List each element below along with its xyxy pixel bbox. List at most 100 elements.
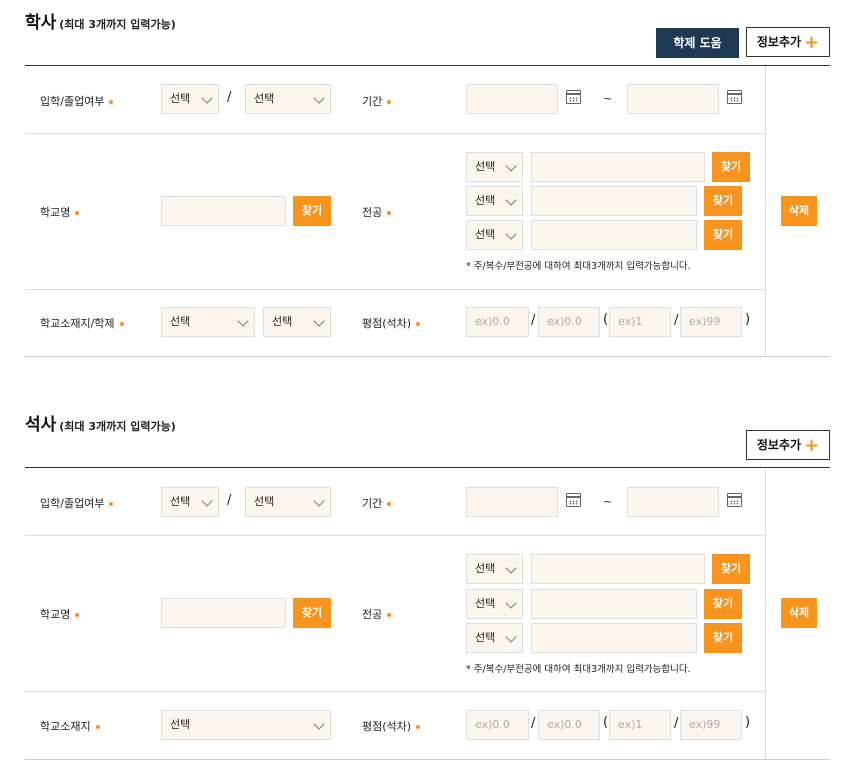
section-title: 석사 (최대 3개까지 입력가능): [25, 410, 176, 435]
required-dot: [387, 100, 392, 104]
major-label-text: 전공: [362, 206, 383, 219]
major-find-button-3[interactable]: 찾기: [704, 623, 742, 653]
school-find-button[interactable]: 찾기: [293, 196, 331, 226]
delete-column-divider: [765, 66, 766, 356]
major-type-value-2: 선택: [475, 194, 496, 207]
paren-open: (: [603, 312, 609, 327]
major-input-2[interactable]: [531, 589, 697, 619]
school-label-text: 학교명: [40, 608, 71, 621]
major-input-3[interactable]: [531, 623, 697, 653]
major-input-2[interactable]: [531, 186, 697, 216]
add-info-button[interactable]: 정보추가 +: [746, 27, 830, 57]
major-input-3[interactable]: [531, 220, 697, 250]
degree-help-button[interactable]: 학제 도움말: [656, 28, 739, 80]
rank-total-input[interactable]: ex)99: [680, 307, 742, 337]
master-section: 석사 (최대 3개까지 입력가능) 정보추가 + 입학/졸업여부 선택 / 선택 기…: [0, 402, 856, 772]
gpa-label: 평점(석차): [362, 315, 421, 331]
period-start-input[interactable]: [466, 487, 558, 517]
chevron-down-icon: [313, 92, 325, 104]
slash-separator: /: [531, 716, 536, 731]
calendar-icon[interactable]: [566, 90, 581, 104]
plus-icon: +: [804, 435, 820, 456]
major-type-select-1[interactable]: 선택: [466, 554, 523, 584]
gpa-label-text: 평점(석차): [362, 720, 412, 733]
gpa-input[interactable]: ex)0.0: [466, 307, 529, 337]
gpa-input[interactable]: ex)0.0: [466, 710, 529, 740]
required-dot: [119, 322, 124, 326]
delete-column-divider: [765, 468, 766, 758]
school-find-button[interactable]: 찾기: [293, 598, 331, 628]
degree-system-select[interactable]: 선택: [263, 307, 331, 337]
period-start-input[interactable]: [466, 84, 558, 114]
major-type-select-2[interactable]: 선택: [466, 186, 523, 216]
major-type-select-3[interactable]: 선택: [466, 623, 523, 653]
required-dot: [416, 322, 421, 326]
location-select[interactable]: 선택: [161, 307, 255, 337]
period-end-input[interactable]: [627, 84, 719, 114]
required-dot: [387, 211, 392, 215]
major-type-select-3[interactable]: 선택: [466, 220, 523, 250]
major-type-select-2[interactable]: 선택: [466, 589, 523, 619]
bottom-divider: [25, 759, 830, 760]
required-dot: [416, 725, 421, 729]
major-find-button-1[interactable]: 찾기: [712, 554, 750, 584]
chevron-down-icon: [237, 315, 249, 327]
major-type-select-1[interactable]: 선택: [466, 152, 523, 182]
required-dot: [75, 211, 80, 215]
chevron-down-icon: [201, 92, 213, 104]
admission-select[interactable]: 선택: [161, 487, 219, 517]
gpa-max-input[interactable]: ex)0.0: [538, 710, 600, 740]
chevron-down-icon: [505, 562, 517, 574]
major-type-value-3: 선택: [475, 228, 496, 241]
gpa-label-text: 평점(석차): [362, 317, 412, 330]
paren-close: ): [745, 312, 751, 327]
chevron-down-icon: [505, 597, 517, 609]
graduation-select[interactable]: 선택: [245, 487, 331, 517]
rank-input[interactable]: ex)1: [609, 307, 671, 337]
graduation-select-value: 선택: [254, 495, 275, 508]
add-info-button[interactable]: 정보추가 +: [746, 430, 830, 460]
major-find-button-2[interactable]: 찾기: [704, 186, 742, 216]
admission-label-text: 입학/졸업여부: [40, 95, 105, 108]
major-find-button-2[interactable]: 찾기: [704, 589, 742, 619]
location-label-text: 학교소재지: [40, 720, 91, 733]
required-dot: [95, 725, 100, 729]
major-find-button-1[interactable]: 찾기: [712, 152, 750, 182]
admission-select-value: 선택: [170, 495, 191, 508]
admission-label-text: 입학/졸업여부: [40, 497, 105, 510]
school-input[interactable]: [161, 598, 286, 628]
gpa-max-input[interactable]: ex)0.0: [538, 307, 600, 337]
top-divider: [25, 65, 830, 66]
major-find-button-3[interactable]: 찾기: [704, 220, 742, 250]
rank-input[interactable]: ex)1: [609, 710, 671, 740]
major-type-value-3: 선택: [475, 631, 496, 644]
chevron-down-icon: [313, 718, 325, 730]
period-label-text: 기간: [362, 497, 383, 510]
major-input-1[interactable]: [531, 152, 705, 182]
period-label-text: 기간: [362, 95, 383, 108]
tilde-separator: ~: [603, 495, 613, 508]
major-input-1[interactable]: [531, 554, 705, 584]
location-label-text: 학교소재지/학제: [40, 317, 115, 330]
rank-total-input[interactable]: ex)99: [680, 710, 742, 740]
delete-button[interactable]: 삭제: [781, 196, 817, 226]
graduation-select[interactable]: 선택: [245, 84, 331, 114]
school-label-text: 학교명: [40, 206, 71, 219]
delete-button[interactable]: 삭제: [781, 598, 817, 628]
location-select[interactable]: 선택: [161, 710, 331, 740]
section-title-text: 학사: [25, 13, 57, 33]
slash-separator: /: [531, 313, 536, 328]
major-label: 전공: [362, 606, 392, 622]
required-dot: [109, 502, 114, 506]
section-title-text: 석사: [25, 415, 57, 435]
calendar-icon[interactable]: [727, 493, 742, 507]
school-input[interactable]: [161, 196, 286, 226]
admission-label: 입학/졸업여부: [40, 495, 114, 511]
slash-separator: /: [674, 716, 679, 731]
calendar-icon[interactable]: [566, 493, 581, 507]
calendar-icon[interactable]: [727, 90, 742, 104]
admission-select[interactable]: 선택: [161, 84, 219, 114]
add-info-label: 정보추가: [756, 438, 802, 452]
period-end-input[interactable]: [627, 487, 719, 517]
row-divider: [25, 691, 765, 692]
